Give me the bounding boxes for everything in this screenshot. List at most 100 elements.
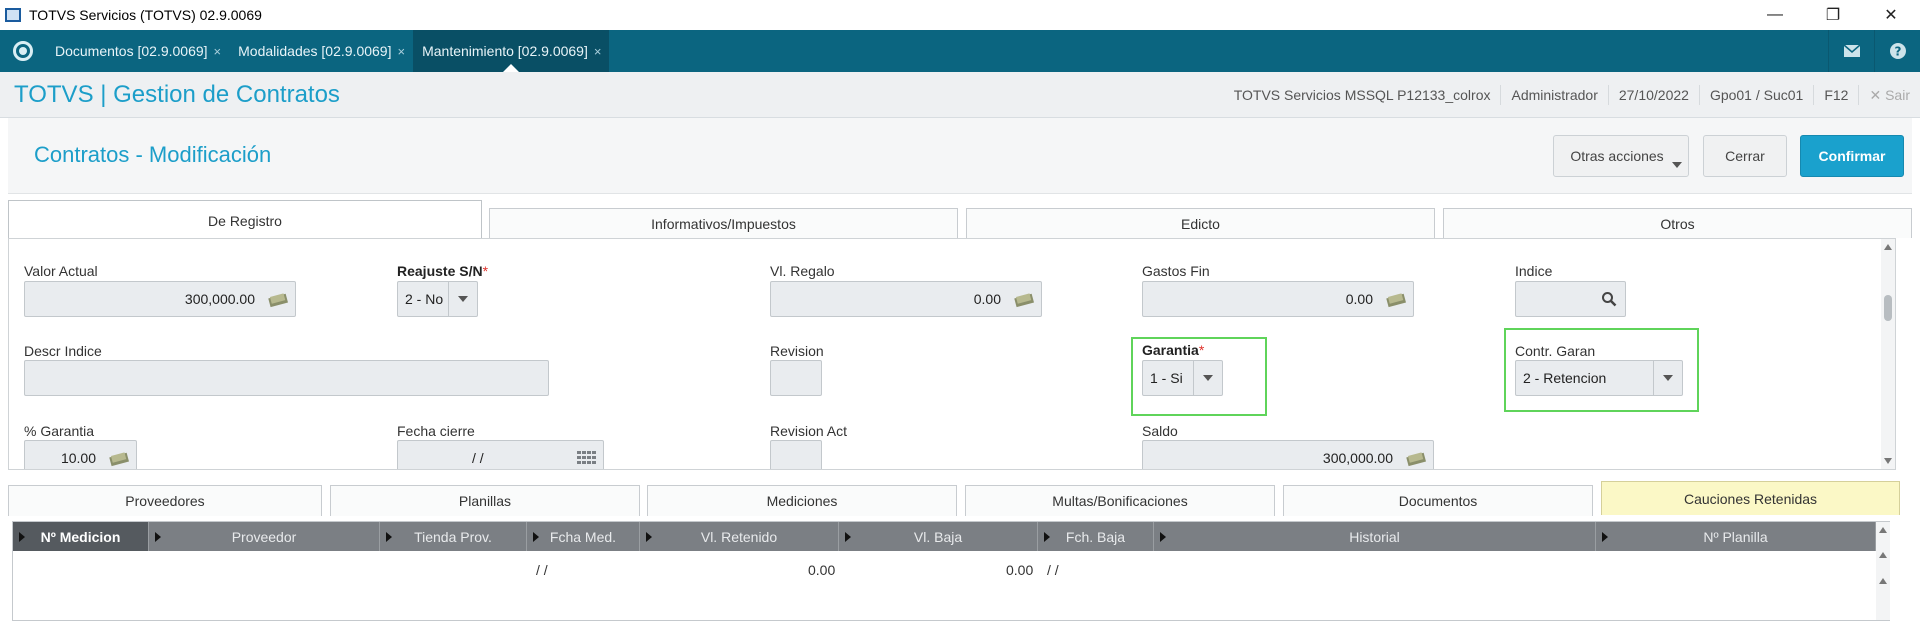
tab-informativos-impuestos[interactable]: Informativos/Impuestos xyxy=(489,208,958,238)
col-label: Historial xyxy=(1349,528,1400,545)
form-scrollbar[interactable] xyxy=(1881,239,1895,469)
close-tab-icon[interactable]: × xyxy=(397,44,405,59)
tab-otros[interactable]: Otros xyxy=(1443,208,1912,238)
close-window-button[interactable]: ✕ xyxy=(1862,0,1920,30)
col-label: Vl. Retenido xyxy=(700,528,778,545)
scroll-up-icon[interactable] xyxy=(1879,578,1887,584)
sort-arrow-icon xyxy=(845,532,851,542)
tab-label: Documentos [02.9.0069] xyxy=(55,43,208,59)
revision-act-field[interactable] xyxy=(770,440,822,469)
help-key-label[interactable]: F12 xyxy=(1813,85,1858,105)
indice-field[interactable] xyxy=(1515,281,1626,317)
scroll-up-icon[interactable] xyxy=(1879,552,1887,558)
money-icon[interactable] xyxy=(1013,290,1035,308)
valor-actual-value: 300,000.00 xyxy=(184,291,255,307)
money-icon[interactable] xyxy=(1385,290,1407,308)
app-title: TOTVS | Gestion de Contratos xyxy=(14,80,340,108)
reajuste-select[interactable]: 2 - No xyxy=(397,281,478,317)
help-icon[interactable]: ? xyxy=(1874,30,1920,72)
col-label: Nº Medicion xyxy=(40,528,121,545)
tab-edicto[interactable]: Edicto xyxy=(966,208,1435,238)
tab-multas-bonificaciones[interactable]: Multas/Bonificaciones xyxy=(965,485,1275,516)
cell-vl-retenido: 0.00 xyxy=(808,562,836,578)
close-button[interactable]: Cerrar xyxy=(1703,135,1787,177)
garantia-select[interactable]: 1 - Si xyxy=(1142,360,1223,396)
pct-garantia-field[interactable]: 10.00 xyxy=(24,440,137,469)
window-title: TOTVS Servicios (TOTVS) 02.9.0069 xyxy=(29,7,262,23)
money-icon[interactable] xyxy=(108,449,130,467)
col-header-tienda-prov[interactable]: Tienda Prov. xyxy=(380,522,527,551)
window-titlebar: TOTVS Servicios (TOTVS) 02.9.0069 — ❐ ✕ xyxy=(0,0,1920,30)
col-header-n-medicion[interactable]: Nº Medicion xyxy=(13,522,149,551)
form-panel: Valor Actual 300,000.00 Reajuste S/N 2 -… xyxy=(8,238,1896,470)
saldo-field[interactable]: 300,000.00 xyxy=(1142,440,1434,469)
tab-mantenimiento[interactable]: Mantenimiento [02.9.0069] × xyxy=(413,30,610,72)
saldo-value: 300,000.00 xyxy=(1322,450,1393,466)
col-header-n-planilla[interactable]: Nº Planilla xyxy=(1596,522,1876,551)
tab-documentos[interactable]: Documentos xyxy=(1283,485,1593,516)
scroll-up-icon[interactable] xyxy=(1884,244,1892,250)
fecha-cierre-field[interactable]: / / xyxy=(397,440,604,469)
tab-planillas[interactable]: Planillas xyxy=(330,485,640,516)
col-header-fcha-med[interactable]: Fcha Med. xyxy=(527,522,640,551)
revision-field[interactable] xyxy=(770,360,822,396)
close-tab-icon[interactable]: × xyxy=(214,44,222,59)
col-header-fch-baja[interactable]: Fch. Baja xyxy=(1038,522,1154,551)
tab-cauciones-retenidas[interactable]: Cauciones Retenidas xyxy=(1601,481,1900,515)
tab-modalidades[interactable]: Modalidades [02.9.0069] × xyxy=(229,30,413,72)
tab-de-registro[interactable]: De Registro xyxy=(8,200,482,238)
cauciones-grid: Nº Medicion Proveedor Tienda Prov. Fcha … xyxy=(12,521,1890,621)
chevron-down-icon xyxy=(458,296,468,302)
tab-proveedores[interactable]: Proveedores xyxy=(8,485,322,516)
tab-label: Mantenimiento [02.9.0069] xyxy=(422,43,588,59)
descr-indice-field[interactable] xyxy=(24,360,549,396)
restore-button[interactable]: ❐ xyxy=(1804,0,1862,30)
minimize-button[interactable]: — xyxy=(1746,0,1804,30)
branch-label: Gpo01 / Suc01 xyxy=(1698,85,1813,105)
vl-regalo-value: 0.00 xyxy=(973,291,1001,307)
grid-scrollbar[interactable] xyxy=(1876,522,1890,620)
pct-garantia-value: 10.00 xyxy=(60,450,96,466)
app-icon xyxy=(5,8,21,22)
sort-arrow-icon xyxy=(1602,532,1608,542)
scroll-thumb[interactable] xyxy=(1884,295,1892,321)
pct-garantia-label: % Garantia xyxy=(24,423,95,439)
scroll-down-icon[interactable] xyxy=(1884,458,1892,464)
app-header: TOTVS | Gestion de Contratos TOTVS Servi… xyxy=(0,72,1920,118)
contr-garan-select[interactable]: 2 - Retencion xyxy=(1515,360,1683,396)
indice-label: Indice xyxy=(1515,263,1553,279)
col-header-vl-baja[interactable]: Vl. Baja xyxy=(839,522,1038,551)
sort-arrow-icon xyxy=(646,532,652,542)
gastos-fin-label: Gastos Fin xyxy=(1142,263,1210,279)
valor-actual-field[interactable]: 300,000.00 xyxy=(24,281,296,317)
cell-fcha-med: / / xyxy=(536,562,548,578)
money-icon[interactable] xyxy=(1405,449,1427,467)
sort-arrow-icon xyxy=(1044,532,1050,542)
exit-button[interactable]: ✕ Sair xyxy=(1858,85,1920,105)
search-icon[interactable] xyxy=(1601,291,1617,307)
calendar-icon[interactable] xyxy=(577,451,597,465)
confirm-button[interactable]: Confirmar xyxy=(1800,135,1904,177)
vl-regalo-field[interactable]: 0.00 xyxy=(770,281,1042,317)
gastos-fin-field[interactable]: 0.00 xyxy=(1142,281,1414,317)
col-header-vl-retenido[interactable]: Vl. Retenido xyxy=(640,522,839,551)
vl-regalo-label: Vl. Regalo xyxy=(770,263,835,279)
mail-icon[interactable] xyxy=(1828,30,1874,72)
scroll-up-icon[interactable] xyxy=(1879,527,1887,533)
garantia-value: 1 - Si xyxy=(1150,370,1183,386)
close-tab-icon[interactable]: × xyxy=(594,44,602,59)
col-label: Nº Planilla xyxy=(1703,528,1768,545)
tab-documentos[interactable]: Documentos [02.9.0069] × xyxy=(46,30,229,72)
reajuste-label: Reajuste S/N xyxy=(397,263,488,279)
reajuste-value: 2 - No xyxy=(405,291,444,307)
col-header-historial[interactable]: Historial xyxy=(1154,522,1596,551)
money-icon[interactable] xyxy=(267,290,289,308)
svg-text:?: ? xyxy=(1894,45,1901,59)
chevron-down-icon xyxy=(1672,162,1682,168)
fecha-cierre-label: Fecha cierre xyxy=(397,423,475,439)
col-label: Vl. Baja xyxy=(913,528,963,545)
other-actions-button[interactable]: Otras acciones xyxy=(1553,135,1689,177)
tab-mediciones[interactable]: Mediciones xyxy=(647,485,957,516)
totvs-logo-icon[interactable] xyxy=(0,30,46,72)
col-header-proveedor[interactable]: Proveedor xyxy=(149,522,380,551)
